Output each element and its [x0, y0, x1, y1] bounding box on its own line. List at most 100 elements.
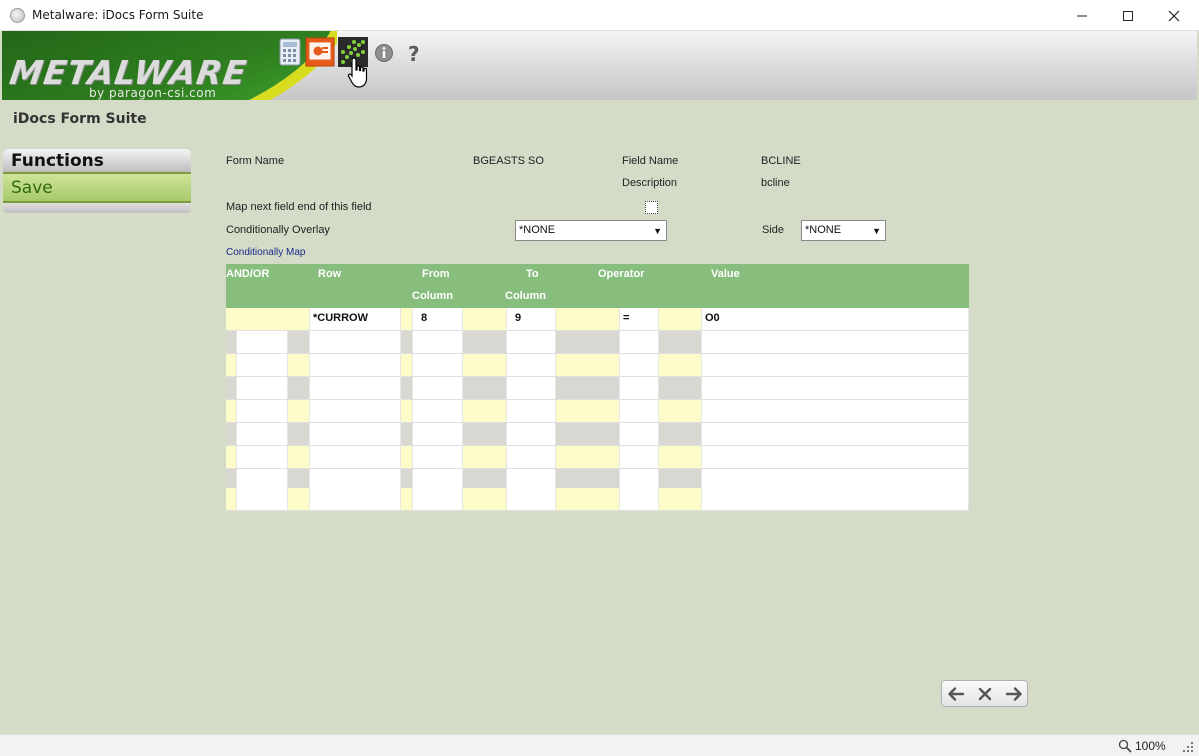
grid-row	[226, 377, 969, 400]
spacer-cell	[463, 331, 506, 353]
from-column-input[interactable]	[412, 377, 463, 399]
operator-input[interactable]	[619, 354, 659, 376]
and-or-input[interactable]	[236, 377, 288, 399]
operator-input[interactable]	[619, 400, 659, 422]
spacer-cell	[463, 488, 506, 510]
window-titlebar: Metalware: iDocs Form Suite	[0, 0, 1199, 31]
from-column-input[interactable]	[412, 446, 463, 468]
from-column-input[interactable]	[412, 354, 463, 376]
presentation-button[interactable]	[305, 37, 335, 67]
operator-cell[interactable]: =	[619, 308, 659, 330]
cancel-button[interactable]	[974, 684, 996, 704]
side-select[interactable]: *NONE ▼	[801, 220, 886, 241]
value-cell[interactable]: O0	[701, 308, 969, 330]
app-banner: METALWARE by paragon-csi.com ?	[2, 31, 1197, 100]
next-button[interactable]	[1003, 684, 1025, 704]
row-input[interactable]	[309, 423, 401, 445]
row-cell[interactable]: *CURROW	[309, 308, 401, 330]
from-column-input[interactable]	[412, 400, 463, 422]
operator-input[interactable]	[619, 423, 659, 445]
value-input[interactable]	[701, 400, 969, 422]
to-column-input[interactable]	[506, 488, 556, 510]
svg-text:?: ?	[408, 42, 420, 65]
grid-row	[226, 331, 969, 354]
from-column-cell[interactable]: 8	[412, 308, 463, 330]
chevron-down-icon: ▼	[872, 226, 881, 236]
close-button[interactable]	[1151, 0, 1197, 31]
row-input[interactable]	[309, 354, 401, 376]
spacer-cell	[288, 488, 309, 510]
info-button[interactable]	[374, 43, 394, 63]
row-input[interactable]	[309, 488, 401, 510]
previous-button[interactable]	[945, 684, 967, 704]
to-column-input[interactable]	[506, 331, 556, 353]
row-input[interactable]	[309, 331, 401, 353]
spacer-cell	[463, 423, 506, 445]
to-column-input[interactable]	[506, 377, 556, 399]
from-column-input[interactable]	[412, 423, 463, 445]
value-input[interactable]	[701, 377, 969, 399]
spacer-cell	[401, 331, 412, 353]
to-column-input[interactable]	[506, 446, 556, 468]
header-value: Value	[711, 268, 740, 280]
spacer-cell	[659, 308, 701, 330]
close-icon	[978, 687, 992, 701]
operator-input[interactable]	[619, 446, 659, 468]
spacer-cell	[401, 377, 412, 399]
form-name-label: Form Name	[226, 155, 285, 167]
save-button[interactable]: Save	[3, 172, 191, 203]
conditionally-map-link[interactable]: Conditionally Map	[226, 247, 306, 258]
spacer-cell	[556, 308, 619, 330]
operator-input[interactable]	[619, 488, 659, 510]
map-next-field-checkbox[interactable]	[645, 201, 658, 214]
conditionally-overlay-select[interactable]: *NONE ▼	[515, 220, 667, 241]
row-input[interactable]	[309, 377, 401, 399]
spacer-cell	[226, 423, 236, 445]
grid-row	[226, 354, 969, 377]
help-icon: ?	[408, 42, 420, 65]
value-input[interactable]	[701, 354, 969, 376]
value-input[interactable]	[701, 423, 969, 445]
and-or-cell[interactable]	[226, 308, 309, 330]
spacer-cell	[463, 400, 506, 422]
spacer-cell	[659, 377, 701, 399]
and-or-input[interactable]	[236, 354, 288, 376]
from-column-input[interactable]	[412, 331, 463, 353]
spacer-cell	[463, 354, 506, 376]
and-or-input[interactable]	[236, 400, 288, 422]
operator-input[interactable]	[619, 377, 659, 399]
header-and-or: AND/OR	[226, 268, 270, 280]
presentation-icon	[305, 37, 335, 67]
and-or-input[interactable]	[236, 423, 288, 445]
value-input[interactable]	[701, 488, 969, 510]
arrow-left-icon	[948, 687, 965, 701]
app-icon	[10, 8, 25, 23]
spacer-cell	[288, 331, 309, 353]
row-input[interactable]	[309, 400, 401, 422]
operator-input[interactable]	[619, 331, 659, 353]
and-or-input[interactable]	[236, 446, 288, 468]
and-or-input[interactable]	[236, 331, 288, 353]
zoom-level[interactable]: 100%	[1135, 739, 1166, 753]
from-column-input[interactable]	[412, 488, 463, 510]
minimize-button[interactable]	[1059, 0, 1105, 31]
to-column-cell[interactable]: 9	[506, 308, 556, 330]
header-to: To	[526, 268, 539, 280]
help-button[interactable]: ?	[405, 41, 427, 65]
spacer-cell	[556, 331, 619, 353]
minimize-icon	[1077, 15, 1087, 16]
to-column-input[interactable]	[506, 423, 556, 445]
and-or-input[interactable]	[236, 488, 288, 510]
to-column-input[interactable]	[506, 400, 556, 422]
row-input[interactable]	[309, 446, 401, 468]
calculator-button[interactable]	[275, 37, 305, 67]
value-input[interactable]	[701, 331, 969, 353]
map-next-field-label: Map next field end of this field	[226, 201, 372, 213]
spacer-cell	[556, 423, 619, 445]
resize-grip-icon[interactable]	[1182, 741, 1194, 753]
maximize-icon	[1123, 10, 1133, 21]
calculator-icon	[279, 38, 301, 66]
to-column-input[interactable]	[506, 354, 556, 376]
maximize-button[interactable]	[1105, 0, 1151, 31]
value-input[interactable]	[701, 446, 969, 468]
